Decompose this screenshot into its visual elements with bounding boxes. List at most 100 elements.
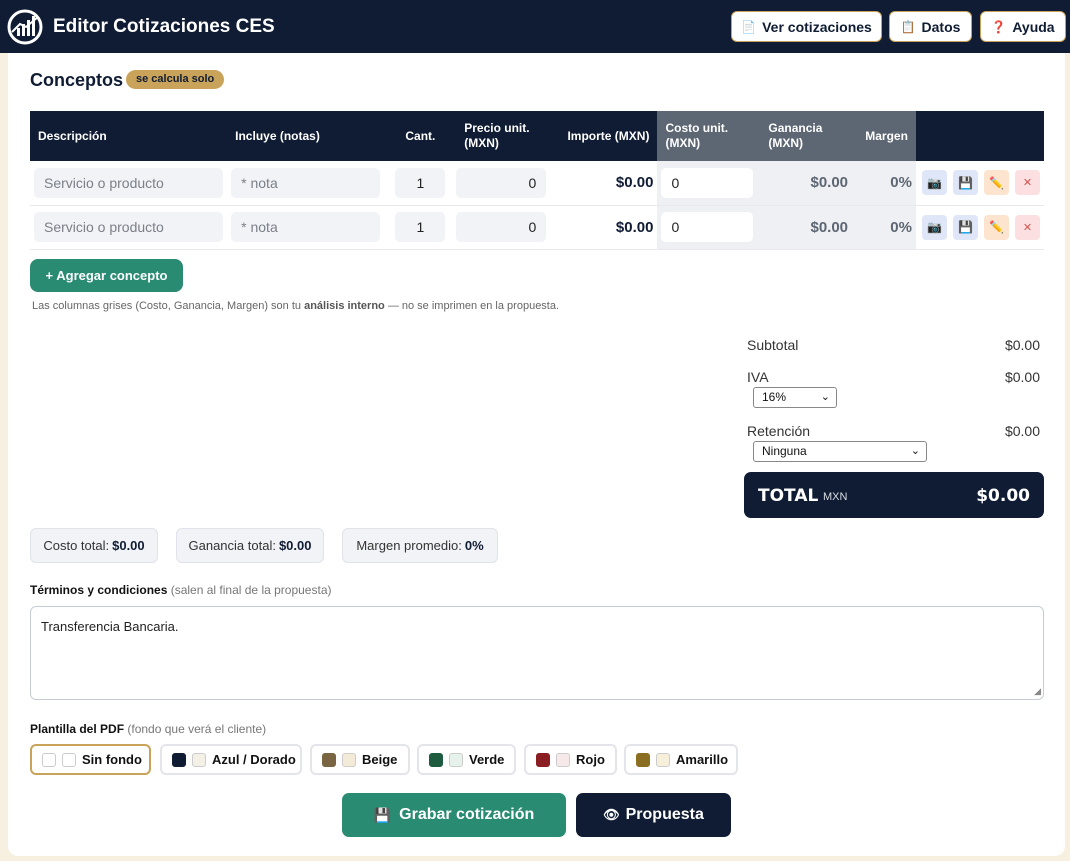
- save-icon[interactable]: 💾: [952, 170, 978, 196]
- table-header: Descripción Incluye (notas) Cant. Precio…: [30, 111, 1044, 161]
- col-descripcion: Descripción: [30, 111, 228, 161]
- top-bar: Editor Cotizaciones CES 📄 Ver cotizacion…: [0, 0, 1070, 53]
- internal-analysis-note: Las columnas grises (Costo, Ganancia, Ma…: [32, 300, 559, 312]
- ayuda-label: Ayuda: [1012, 18, 1055, 35]
- close-icon[interactable]: ✕: [1014, 170, 1040, 196]
- swatch-primary: [322, 752, 336, 767]
- iva-value: $0.00: [1004, 369, 1040, 385]
- app-title: Editor Cotizaciones CES: [53, 16, 275, 37]
- propuesta-button[interactable]: 👁 Propuesta: [576, 793, 731, 837]
- template-verde[interactable]: Verde: [417, 744, 516, 775]
- terminos-title: Términos y condiciones: [30, 583, 168, 597]
- pencil-icon[interactable]: ✏️: [983, 214, 1009, 240]
- swatch-primary: [429, 752, 443, 767]
- note-pre: Las columnas grises (Costo, Ganancia, Ma…: [32, 300, 305, 312]
- retencion-value: $0.00: [1004, 423, 1040, 439]
- template-sin-fondo[interactable]: Sin fondo: [30, 744, 151, 775]
- swatch-primary: [636, 752, 650, 767]
- col-precio-line2: (MXN): [464, 136, 499, 150]
- precio-input[interactable]: 0: [456, 167, 547, 198]
- note-bold: análisis interno: [304, 300, 385, 312]
- margen-promedio-pill: Margen promedio: 0%: [342, 528, 498, 563]
- template-label: Sin fondo: [82, 752, 142, 767]
- conceptos-table: Descripción Incluye (notas) Cant. Precio…: [30, 111, 1044, 250]
- swatch-secondary: [192, 752, 206, 767]
- costo-input[interactable]: 0: [661, 212, 754, 242]
- table-row: Servicio o producto * nota 1 0 $0.00 0 $…: [30, 161, 1044, 206]
- nota-input[interactable]: * nota: [231, 212, 381, 242]
- col-costo-line2: (MXN): [665, 136, 701, 150]
- chevron-down-icon: ⌄: [820, 391, 830, 403]
- grabar-cotizacion-button[interactable]: 💾 Grabar cotización: [342, 793, 566, 837]
- swatch-secondary: [449, 752, 463, 767]
- descripcion-input[interactable]: Servicio o producto: [34, 167, 224, 198]
- swatch-primary: [172, 752, 186, 767]
- template-beige[interactable]: Beige: [310, 744, 410, 775]
- ganancia-total-value: $0.00: [278, 538, 312, 553]
- costo-input[interactable]: 0: [661, 167, 754, 198]
- iva-select[interactable]: 16% ⌄: [753, 387, 837, 408]
- cantidad-input[interactable]: 1: [395, 212, 446, 242]
- ganancia-total-label: Ganancia total:: [188, 538, 276, 553]
- col-costo-line1: Costo unit.: [665, 121, 729, 135]
- costo-total-value: $0.00: [112, 538, 145, 553]
- template-label: Amarillo: [676, 752, 729, 767]
- terminos-label: Términos y condiciones (salen al final d…: [30, 583, 331, 597]
- swatch-secondary: [62, 752, 76, 767]
- plantilla-label: Plantilla del PDF (fondo que verá el cli…: [30, 722, 266, 736]
- nota-input[interactable]: * nota: [231, 167, 381, 198]
- ver-cotizaciones-button[interactable]: 📄 Ver cotizaciones: [731, 11, 882, 42]
- ganancia-total-pill: Ganancia total: $0.00: [176, 528, 324, 563]
- datos-button[interactable]: 📋 Datos: [889, 11, 972, 42]
- datos-label: Datos: [921, 18, 961, 35]
- costo-total-label: Costo total:: [43, 538, 110, 553]
- margen-value: 0%: [852, 205, 916, 250]
- pencil-icon[interactable]: ✏️: [983, 170, 1009, 196]
- chevron-down-icon: ⌄: [910, 445, 920, 457]
- note-post: — no se imprimen en la propuesta.: [384, 300, 560, 312]
- template-amarillo[interactable]: Amarillo: [624, 744, 738, 775]
- subtotal-label: Subtotal: [747, 337, 799, 353]
- camera-icon[interactable]: 📷: [921, 214, 947, 240]
- col-incluye: Incluye (notas): [227, 111, 385, 161]
- margen-promedio-value: 0%: [464, 538, 484, 553]
- camera-icon[interactable]: 📷: [921, 170, 947, 196]
- conceptos-title: Conceptos: [30, 70, 124, 90]
- close-icon[interactable]: ✕: [1014, 214, 1040, 240]
- precio-input[interactable]: 0: [456, 212, 547, 242]
- template-label: Azul / Dorado: [212, 752, 296, 767]
- auto-calc-badge: se calcula solo: [126, 70, 225, 89]
- col-precio: Precio unit. (MXN): [456, 111, 555, 161]
- descripcion-input[interactable]: Servicio o producto: [34, 212, 224, 242]
- ganancia-value: $0.00: [760, 205, 853, 250]
- template-rojo[interactable]: Rojo: [524, 744, 617, 775]
- retencion-label: Retención: [747, 423, 811, 439]
- col-importe: Importe (MXN): [554, 111, 658, 161]
- agregar-concepto-button[interactable]: + Agregar concepto: [30, 259, 183, 292]
- retencion-select[interactable]: Ninguna ⌄: [753, 441, 927, 462]
- table-row: Servicio o producto * nota 1 0 $0.00 0 $…: [30, 205, 1044, 250]
- question-icon: ❓: [991, 19, 1007, 34]
- terminos-textarea[interactable]: Transferencia Bancaria. ◢: [30, 606, 1044, 700]
- template-azul-dorado[interactable]: Azul / Dorado: [160, 744, 302, 775]
- save-icon[interactable]: 💾: [952, 214, 978, 240]
- swatch-primary: [42, 752, 56, 767]
- template-label: Beige: [362, 752, 398, 767]
- plantilla-title: Plantilla del PDF: [30, 722, 125, 736]
- cantidad-input[interactable]: 1: [395, 167, 446, 198]
- margen-value: 0%: [852, 161, 916, 206]
- logo-chart-icon: [7, 9, 43, 45]
- ganancia-value: $0.00: [760, 161, 853, 206]
- terminos-hint: (salen al final de la propuesta): [170, 583, 332, 597]
- col-ganancia-line2: (MXN): [768, 136, 804, 150]
- col-margen: Margen: [852, 111, 916, 161]
- total-box: TOTAL MXN $0.00: [744, 472, 1044, 518]
- clipboard-icon: 📋: [900, 19, 916, 34]
- retencion-select-value: Ninguna: [762, 444, 807, 458]
- template-label: Verde: [469, 752, 505, 767]
- ayuda-button[interactable]: ❓ Ayuda: [980, 11, 1066, 42]
- swatch-secondary: [656, 752, 670, 767]
- grabar-label: Grabar cotización: [399, 806, 535, 823]
- resize-handle-icon[interactable]: ◢: [1034, 686, 1041, 697]
- template-label: Rojo: [576, 752, 605, 767]
